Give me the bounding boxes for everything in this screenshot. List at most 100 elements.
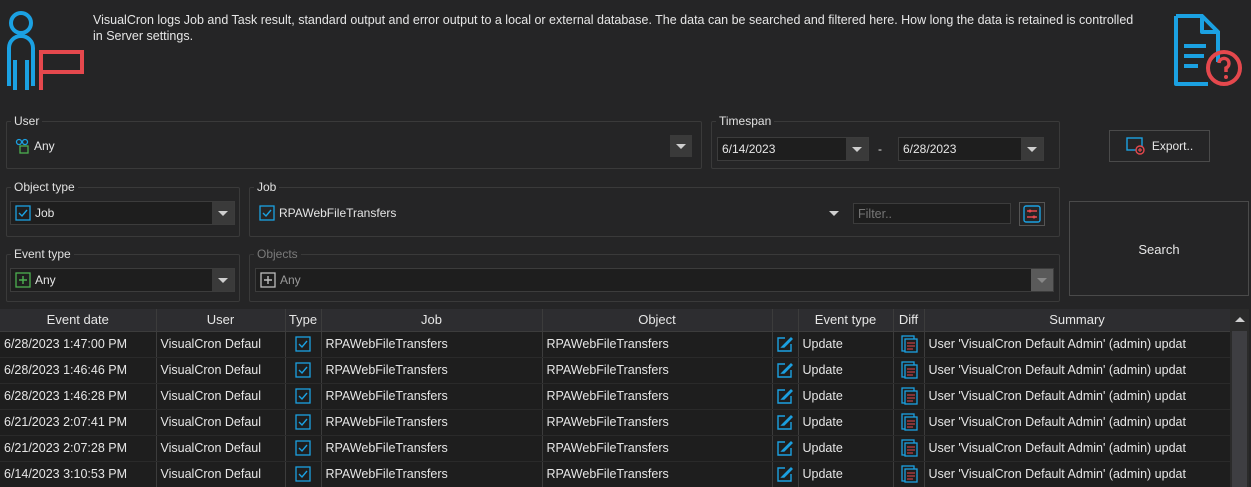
cell-type xyxy=(285,461,322,487)
cell-edit[interactable] xyxy=(772,331,799,358)
job-filter-settings-button[interactable] xyxy=(1019,202,1045,226)
table-row[interactable]: 6/21/2023 2:07:41 PM VisualCron Defaul R… xyxy=(0,409,1231,436)
edit-icon[interactable] xyxy=(776,361,794,379)
header-description: VisualCron logs Job and Task result, sta… xyxy=(93,13,1134,43)
cell-diff[interactable] xyxy=(893,331,925,358)
event-type-label: Event type xyxy=(11,247,74,261)
export-button[interactable]: Export.. xyxy=(1109,130,1210,162)
event-type-value: Any xyxy=(35,273,56,287)
cell-event-type: Update xyxy=(798,383,894,410)
event-type-select[interactable]: Any xyxy=(10,268,235,292)
chevron-down-icon[interactable] xyxy=(212,269,234,291)
user-label: User xyxy=(11,114,43,128)
cell-object: RPAWebFileTransfers xyxy=(542,435,773,462)
results-table: Event date User Type Job Object Event ty… xyxy=(0,309,1231,487)
objects-label: Objects xyxy=(254,247,301,261)
cell-user: VisualCron Defaul xyxy=(156,409,286,436)
col-diff[interactable]: Diff xyxy=(893,309,925,332)
col-event-type[interactable]: Event type xyxy=(798,309,894,332)
person-flag-icon xyxy=(2,8,86,94)
plus-box-icon xyxy=(15,272,31,288)
scroll-up-icon[interactable] xyxy=(1230,309,1249,329)
col-user[interactable]: User xyxy=(156,309,286,332)
checkbox-icon xyxy=(259,205,275,221)
cell-diff[interactable] xyxy=(893,357,925,384)
cell-job: RPAWebFileTransfers xyxy=(321,383,543,410)
edit-icon[interactable] xyxy=(776,387,794,405)
checkbox-icon xyxy=(295,362,311,378)
chevron-down-icon[interactable] xyxy=(212,202,234,224)
diff-icon[interactable] xyxy=(900,387,918,405)
cell-object: RPAWebFileTransfers xyxy=(542,357,773,384)
scroll-thumb[interactable] xyxy=(1232,331,1247,487)
checkbox-icon xyxy=(295,440,311,456)
edit-icon[interactable] xyxy=(776,335,794,353)
table-scrollbar[interactable] xyxy=(1230,309,1249,487)
cell-diff[interactable] xyxy=(893,461,925,487)
cell-edit[interactable] xyxy=(772,435,799,462)
search-label: Search xyxy=(1138,242,1180,257)
timespan-from-picker[interactable]: 6/14/2023 xyxy=(717,137,869,161)
col-type[interactable]: Type xyxy=(285,309,322,332)
cell-edit[interactable] xyxy=(772,383,799,410)
table-row[interactable]: 6/21/2023 2:07:28 PM VisualCron Defaul R… xyxy=(0,435,1231,462)
cell-user: VisualCron Defaul xyxy=(156,383,286,410)
table-row[interactable]: 6/28/2023 1:47:00 PM VisualCron Defaul R… xyxy=(0,331,1231,358)
chevron-down-icon[interactable] xyxy=(670,135,692,157)
cell-event-date: 6/21/2023 2:07:28 PM xyxy=(0,435,157,462)
chevron-down-icon[interactable] xyxy=(823,201,845,225)
timespan-separator: - xyxy=(878,142,882,156)
timespan-to-picker[interactable]: 6/28/2023 xyxy=(898,137,1044,161)
table-row[interactable]: 6/28/2023 1:46:28 PM VisualCron Defaul R… xyxy=(0,383,1231,410)
chevron-down-icon[interactable] xyxy=(846,138,868,160)
cell-edit[interactable] xyxy=(772,461,799,487)
cell-diff[interactable] xyxy=(893,409,925,436)
cell-summary: User 'VisualCron Default Admin' (admin) … xyxy=(924,435,1231,462)
chevron-down-icon[interactable] xyxy=(1021,138,1043,160)
job-select[interactable]: RPAWebFileTransfers xyxy=(255,201,845,225)
diff-icon[interactable] xyxy=(900,335,918,353)
cell-object: RPAWebFileTransfers xyxy=(542,331,773,358)
object-type-select[interactable]: Job xyxy=(10,201,235,225)
table-header: Event date User Type Job Object Event ty… xyxy=(0,309,1231,332)
cell-user: VisualCron Defaul xyxy=(156,461,286,487)
diff-icon[interactable] xyxy=(900,465,918,483)
col-job[interactable]: Job xyxy=(321,309,543,332)
timespan-label: Timespan xyxy=(716,114,775,128)
edit-icon[interactable] xyxy=(776,465,794,483)
col-summary[interactable]: Summary xyxy=(924,309,1231,332)
col-object[interactable]: Object xyxy=(542,309,773,332)
cell-user: VisualCron Defaul xyxy=(156,435,286,462)
search-button[interactable]: Search xyxy=(1069,201,1249,296)
cell-diff[interactable] xyxy=(893,435,925,462)
edit-icon[interactable] xyxy=(776,413,794,431)
users-icon xyxy=(15,138,29,154)
object-type-value: Job xyxy=(35,206,55,220)
col-edit[interactable] xyxy=(772,309,799,332)
cell-diff[interactable] xyxy=(893,383,925,410)
diff-icon[interactable] xyxy=(900,439,918,457)
diff-icon[interactable] xyxy=(900,413,918,431)
diff-icon[interactable] xyxy=(900,361,918,379)
table-row[interactable]: 6/28/2023 1:46:46 PM VisualCron Defaul R… xyxy=(0,357,1231,384)
job-label: Job xyxy=(254,180,280,194)
cell-edit[interactable] xyxy=(772,357,799,384)
cell-summary: User 'VisualCron Default Admin' (admin) … xyxy=(924,383,1231,410)
cell-type xyxy=(285,331,322,358)
cell-event-date: 6/21/2023 2:07:41 PM xyxy=(0,409,157,436)
cell-job: RPAWebFileTransfers xyxy=(321,409,543,436)
checkbox-icon xyxy=(295,336,311,352)
col-event-date[interactable]: Event date xyxy=(0,309,157,332)
cell-event-date: 6/14/2023 3:10:53 PM xyxy=(0,461,157,487)
cell-job: RPAWebFileTransfers xyxy=(321,435,543,462)
cell-job: RPAWebFileTransfers xyxy=(321,331,543,358)
objects-value: Any xyxy=(280,273,301,287)
edit-icon[interactable] xyxy=(776,439,794,457)
table-row[interactable]: 6/14/2023 3:10:53 PM VisualCron Defaul R… xyxy=(0,461,1231,487)
cell-job: RPAWebFileTransfers xyxy=(321,461,543,487)
cell-event-type: Update xyxy=(798,331,894,358)
job-filter-input[interactable] xyxy=(853,203,1011,224)
cell-edit[interactable] xyxy=(772,409,799,436)
checkbox-icon xyxy=(15,205,31,221)
user-select[interactable]: Any xyxy=(10,134,698,158)
